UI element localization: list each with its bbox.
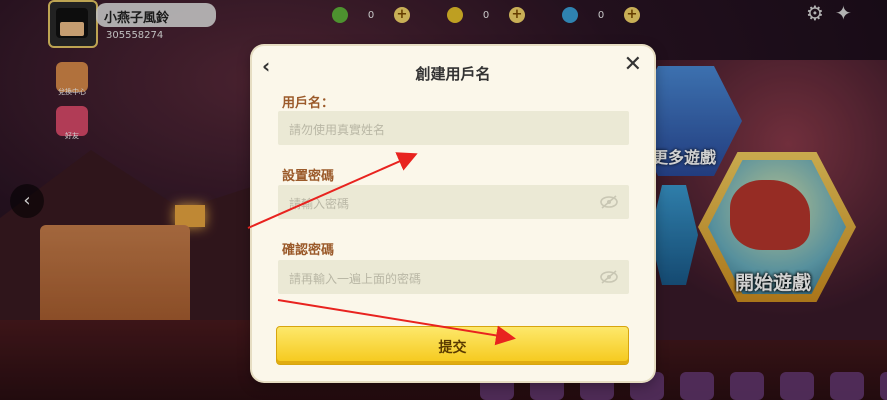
username-input[interactable]: 請勿使用真實姓名 xyxy=(278,111,629,145)
submit-button[interactable]: 提交 xyxy=(276,326,629,365)
confirm-password-input[interactable]: 請再輸入一遍上面的密碼 xyxy=(278,260,629,294)
password-placeholder: 請輸入密碼 xyxy=(289,197,350,211)
password-label: 設置密碼 xyxy=(282,169,335,184)
username-placeholder: 請勿使用真實姓名 xyxy=(289,123,386,137)
username-label: 用戶名： xyxy=(282,96,335,111)
confirm-password-label: 確認密碼 xyxy=(282,243,335,258)
submit-label: 提交 xyxy=(438,340,467,356)
eye-slash-icon[interactable] xyxy=(599,194,619,210)
close-icon[interactable]: ✕ xyxy=(624,54,642,76)
create-username-dialog: ‹ 創建用戶名 ✕ 用戶名： 請勿使用真實姓名 設置密碼 請輸入密碼 確認密碼 … xyxy=(252,46,654,381)
password-input[interactable]: 請輸入密碼 xyxy=(278,185,629,219)
confirm-password-placeholder: 請再輸入一遍上面的密碼 xyxy=(289,272,422,286)
dialog-title: 創建用戶名 xyxy=(415,65,491,83)
eye-slash-icon[interactable] xyxy=(599,269,619,285)
